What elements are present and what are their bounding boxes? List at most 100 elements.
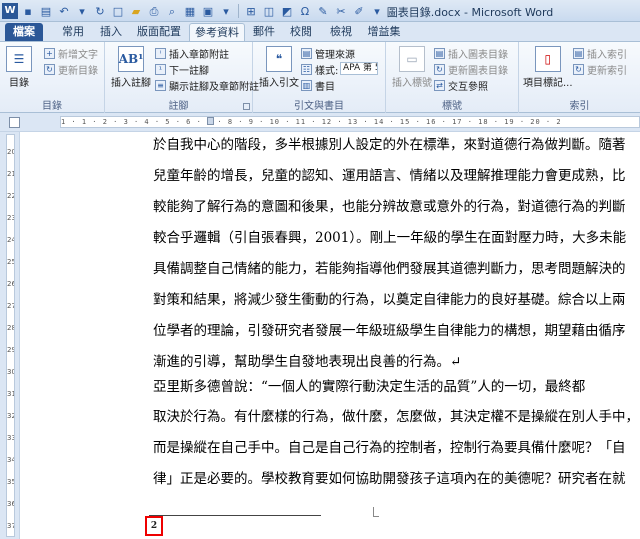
- tab-references[interactable]: 參考資料: [189, 23, 245, 41]
- image-icon[interactable]: ▣: [200, 3, 216, 19]
- insert-caption-button[interactable]: ▭ 插入標號: [392, 46, 432, 89]
- vertical-ruler-number: 35: [7, 478, 14, 486]
- insert-footnote-button[interactable]: AB¹ 插入註腳: [111, 46, 151, 89]
- text-line[interactable]: 位學者的理論，引發研究者發展一年級班級學生自律能力的構想，期望藉由循序: [153, 320, 633, 342]
- citation-icon: ❝: [266, 46, 292, 72]
- tab-review[interactable]: 校閱: [286, 23, 316, 41]
- bibliography-button[interactable]: ▥ 書目: [301, 78, 335, 93]
- divider: [238, 4, 239, 18]
- ribbon: ☰ 目錄 + 新增文字 ↻ 更新目錄 目錄 AB¹ 插入註腳 ⁱ 插入章節附註 …: [0, 41, 640, 113]
- update-table-label: 更新圖表目錄: [448, 66, 508, 77]
- mark-entry-icon: ▯: [534, 46, 561, 72]
- redo-icon[interactable]: ▾: [74, 3, 90, 19]
- manage-sources-button[interactable]: ▤ 管理來源: [301, 46, 355, 61]
- indent-marker[interactable]: [207, 117, 214, 125]
- tab-selector-button[interactable]: [9, 117, 20, 128]
- vertical-ruler-number: 22: [7, 192, 14, 200]
- vertical-ruler-number: 27: [7, 302, 14, 310]
- update-index-button[interactable]: ↻ 更新索引: [573, 62, 627, 77]
- text-line[interactable]: 具備調整自己情緒的能力，若能夠指導他們發展其道德判斷力，思考問題解決的: [153, 258, 633, 280]
- vertical-ruler-strip[interactable]: 20212223242526272829303132333435363738: [6, 134, 15, 537]
- text-line[interactable]: 較能夠了解行為的意圖和後果，也能分辨故意或意外的行為，對道德行為的判斷: [153, 196, 633, 218]
- vertical-ruler-number: 32: [7, 412, 14, 420]
- insert-chart-icon[interactable]: ◫: [261, 3, 277, 19]
- zoom-icon[interactable]: ⌕: [164, 3, 180, 19]
- text-line[interactable]: 於自我中心的階段，多半根據別人設定的外在標準，來對道德行為做判斷。隨著: [153, 134, 633, 156]
- open-folder-icon[interactable]: ▰: [128, 3, 144, 19]
- group-label-index: 索引: [569, 101, 590, 112]
- text-line[interactable]: 兒童年齡的增長，兒童的認知、運用語言、情緒以及理解推理能力會更成熟，比: [153, 165, 633, 187]
- document-page[interactable]: 於自我中心的階段，多半根據別人設定的外在標準，來對道德行為做判斷。隨著 兒童年齡…: [59, 132, 640, 539]
- bibliography-icon: ▥: [301, 80, 312, 91]
- show-notes-label: 顯示註腳及章節附註: [169, 82, 259, 93]
- save-icon[interactable]: ▪: [20, 3, 36, 19]
- text-line[interactable]: 較合乎邏輯（引自張春興，2001）。剛上一年級的學生在面對壓力時，大多未能: [153, 227, 633, 249]
- manage-sources-label: 管理來源: [315, 50, 355, 61]
- ruler-ticks: 1 · 1 · 2 · 3 · 4 · 5 · 6 · 7 · 8 · 9 · …: [61, 118, 562, 126]
- new-doc-icon[interactable]: □: [110, 3, 126, 19]
- vertical-ruler-number: 21: [7, 170, 14, 178]
- page-number[interactable]: 2: [145, 516, 163, 536]
- mark-entry-button[interactable]: ▯ 項目標記...: [523, 46, 573, 89]
- text-line[interactable]: 取決於行為。有什麼樣的行為，做什麼，怎麼做，其決定權不是操縱在別人手中，: [153, 406, 639, 428]
- tab-view[interactable]: 檢視: [326, 23, 356, 41]
- tab-mailings[interactable]: 郵件: [250, 23, 278, 41]
- print-preview-icon[interactable]: ▤: [38, 3, 54, 19]
- word-logo-icon[interactable]: W: [2, 3, 18, 19]
- refresh-icon[interactable]: ↻: [92, 3, 108, 19]
- text-line[interactable]: 亞里斯多德曾說：“一個人的實際行動決定生活的品質”人的一切，最終都: [153, 376, 633, 398]
- vertical-ruler-number: 31: [7, 390, 14, 398]
- footer-separator: [149, 515, 321, 516]
- update-table-icon: ↻: [434, 64, 445, 75]
- tab-page-layout[interactable]: 版面配置: [133, 23, 185, 41]
- tab-home[interactable]: 常用: [55, 23, 91, 41]
- insert-index-icon: ▤: [573, 48, 584, 59]
- show-notes-button[interactable]: ≡ 顯示註腳及章節附註: [155, 78, 259, 93]
- update-toc-label: 更新目錄: [58, 66, 98, 77]
- text-line[interactable]: 而是操縱在自己手中。自己是自己行為的控制者，控制行為要具備什麼呢？「自: [153, 437, 633, 459]
- ribbon-tabs: 檔案 常用 插入 版面配置 參考資料 郵件 校閱 檢視 增益集: [0, 22, 640, 41]
- manage-sources-icon: ▤: [301, 48, 312, 59]
- vertical-ruler-number: 28: [7, 324, 14, 332]
- text-line[interactable]: 漸進的引導，幫助學生自發地表現出良善的行為。↵: [153, 351, 633, 373]
- footnotes-dialog-launcher[interactable]: [243, 103, 250, 110]
- ruler-strip[interactable]: 1 · 1 · 2 · 3 · 4 · 5 · 6 · 7 · 8 · 9 · …: [60, 116, 640, 128]
- format-icon[interactable]: ⊞: [243, 3, 259, 19]
- insert-table-of-figures-button[interactable]: ▤ 插入圖表目錄: [434, 46, 508, 61]
- vertical-ruler-number: 34: [7, 456, 14, 464]
- tab-add-ins[interactable]: 增益集: [364, 23, 404, 41]
- add-text-label: 新增文字: [58, 50, 98, 61]
- toc-button[interactable]: ☰ 目錄: [6, 46, 32, 89]
- vertical-ruler-number: 25: [7, 258, 14, 266]
- vertical-ruler-number: 37: [7, 522, 14, 530]
- style-icon: ☷: [301, 64, 312, 75]
- update-toc-button[interactable]: ↻ 更新目錄: [44, 62, 98, 77]
- insert-citation-button[interactable]: ❝ 插入引文: [259, 46, 299, 89]
- dropdown-icon[interactable]: ▾: [218, 3, 234, 19]
- insert-endnote-button[interactable]: ⁱ 插入章節附註: [155, 46, 229, 61]
- next-footnote-label: 下一註腳: [169, 66, 209, 77]
- undo-icon[interactable]: ↶: [56, 3, 72, 19]
- vertical-ruler-number: 26: [7, 280, 14, 288]
- mark-entry-label: 項目標記...: [523, 78, 573, 89]
- picture-icon[interactable]: ◩: [279, 3, 295, 19]
- update-index-icon: ↻: [573, 64, 584, 75]
- add-text-button[interactable]: + 新增文字: [44, 46, 98, 61]
- insert-index-button[interactable]: ▤ 插入索引: [573, 46, 627, 61]
- update-table-button[interactable]: ↻ 更新圖表目錄: [434, 62, 508, 77]
- show-notes-icon: ≡: [155, 80, 166, 91]
- text-line[interactable]: 律」正是必要的。學校教育要如何協助開發孩子這項內在的美德呢？研究者在就: [153, 468, 633, 490]
- style-label: 樣式:: [315, 66, 339, 77]
- print-icon[interactable]: ⎙: [146, 3, 162, 19]
- tab-file[interactable]: 檔案: [5, 23, 43, 41]
- citation-style-select[interactable]: APA 第 5: [340, 62, 378, 75]
- table-icon[interactable]: ▦: [182, 3, 198, 19]
- cross-reference-icon: ⇄: [434, 80, 445, 91]
- tab-insert[interactable]: 插入: [95, 23, 127, 41]
- title-bar: W ▪ ▤ ↶ ▾ ↻ □ ▰ ⎙ ⌕ ▦ ▣ ▾ ⊞ ◫ ◩ Ω ✎ ✂ ✐ …: [0, 0, 640, 22]
- insert-footnote-label: 插入註腳: [111, 78, 151, 89]
- text-line[interactable]: 對策和結果，將減少發生衝動的行為，以奠定自律能力的良好基礎。綜合以上兩: [153, 289, 633, 311]
- next-footnote-button[interactable]: ¹ 下一註腳: [155, 62, 209, 77]
- cross-reference-button[interactable]: ⇄ 交互參照: [434, 78, 488, 93]
- endnote-icon: ⁱ: [155, 48, 166, 59]
